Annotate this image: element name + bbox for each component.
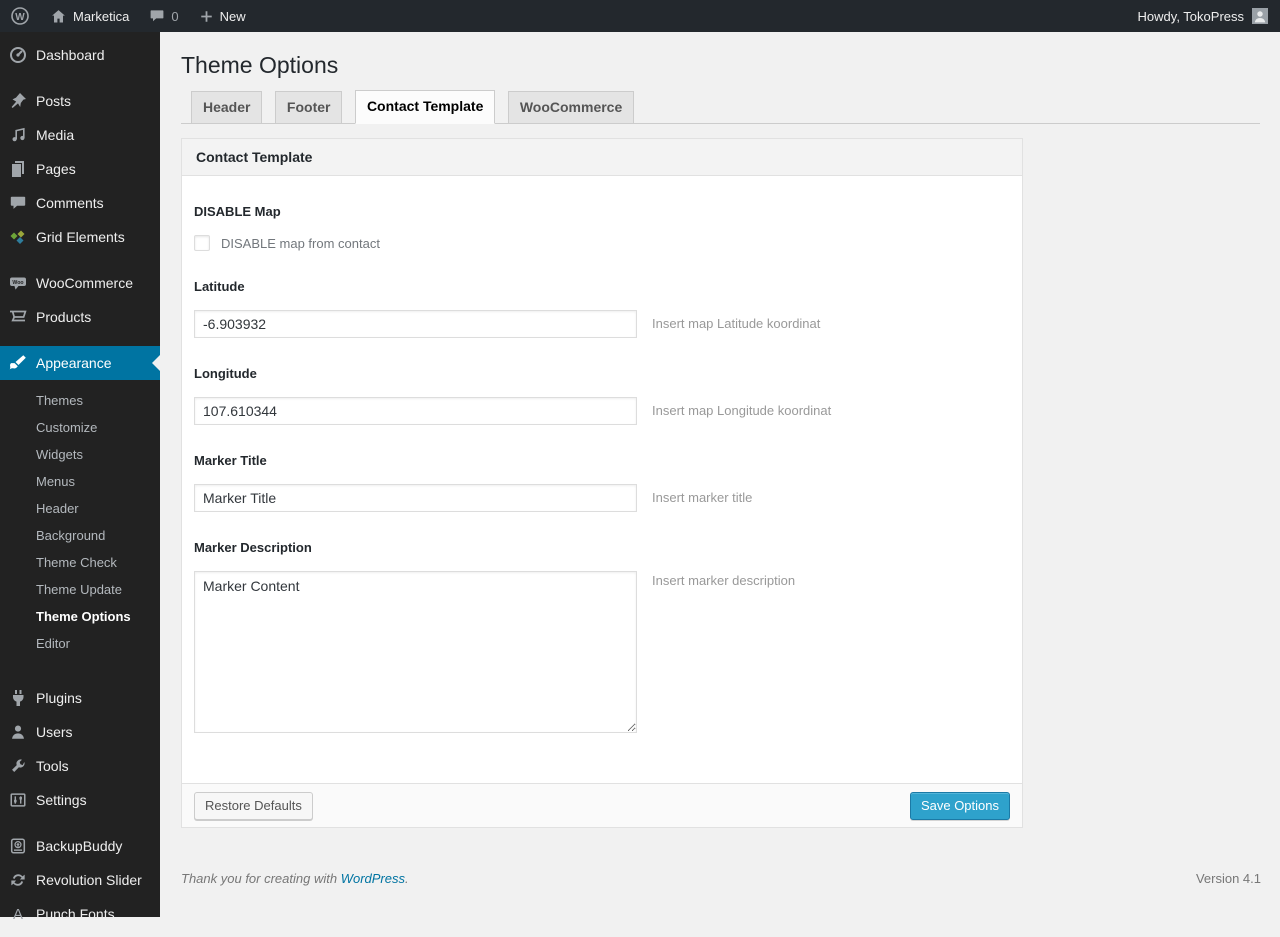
avatar[interactable] — [1252, 8, 1268, 24]
marker-title-input[interactable] — [194, 484, 637, 512]
home-icon — [50, 8, 67, 25]
marker-description-field: Marker Description Marker Content Insert… — [194, 540, 1010, 733]
admin-footer: Thank you for creating with WordPress. V… — [181, 871, 1261, 886]
sidebar-item-grid-elements[interactable]: Grid Elements — [0, 220, 160, 254]
settings-icon — [0, 791, 36, 809]
disable-map-checkbox-label[interactable]: DISABLE map from contact — [221, 236, 380, 251]
wordpress-logo-menu[interactable]: W — [0, 0, 40, 32]
refresh-icon — [0, 871, 36, 889]
latitude-field: Latitude Insert map Latitude koordinat — [194, 279, 1010, 338]
main-content: Theme Options Header Footer Contact Temp… — [160, 32, 1280, 917]
latitude-label: Latitude — [194, 279, 245, 294]
longitude-field: Longitude Insert map Longitude koordinat — [194, 366, 1010, 425]
marker-description-label: Marker Description — [194, 540, 312, 555]
wordpress-link[interactable]: WordPress — [341, 871, 405, 886]
sidebar-item-themes[interactable]: Themes — [0, 387, 160, 414]
woocommerce-icon: Woo — [0, 273, 36, 293]
sidebar-item-widgets[interactable]: Widgets — [0, 441, 160, 468]
longitude-hint: Insert map Longitude koordinat — [652, 403, 832, 418]
backup-icon — [0, 837, 36, 855]
comments-shortcut[interactable]: 0 — [139, 0, 188, 32]
sidebar-item-theme-check[interactable]: Theme Check — [0, 549, 160, 576]
sidebar-item-editor[interactable]: Editor — [0, 630, 160, 657]
sidebar-item-background[interactable]: Background — [0, 522, 160, 549]
pushpin-icon — [0, 91, 36, 111]
sidebar-item-punch-fonts[interactable]: A Punch Fonts — [0, 897, 160, 931]
longitude-input[interactable] — [194, 397, 637, 425]
svg-text:Woo: Woo — [12, 280, 23, 286]
sidebar-item-users[interactable]: Users — [0, 715, 160, 749]
panel-body: DISABLE Map DISABLE map from contact Lat… — [182, 176, 1022, 783]
dashboard-icon — [0, 45, 36, 65]
marker-title-hint: Insert marker title — [652, 490, 753, 505]
wordpress-logo-icon: W — [10, 6, 30, 26]
sidebar-item-plugins[interactable]: Plugins — [0, 681, 160, 715]
admin-bar: W Marketica 0 New Howdy, TokoPress — [0, 0, 1280, 32]
latitude-hint: Insert map Latitude koordinat — [652, 316, 821, 331]
sidebar-item-pages[interactable]: Pages — [0, 152, 160, 186]
site-name-link[interactable]: Marketica — [40, 0, 139, 32]
comment-icon — [0, 194, 36, 212]
appearance-submenu: Themes Customize Widgets Menus Header Ba… — [0, 380, 160, 669]
tab-bar: Header Footer Contact Template WooCommer… — [181, 90, 1260, 124]
marker-title-label: Marker Title — [194, 453, 267, 468]
brush-icon — [0, 353, 36, 373]
footer-version: Version 4.1 — [1195, 871, 1261, 886]
contact-template-panel: Contact Template DISABLE Map DISABLE map… — [181, 138, 1023, 828]
sidebar-item-posts[interactable]: Posts — [0, 84, 160, 118]
howdy-account-menu[interactable]: Howdy, TokoPress — [1138, 9, 1244, 24]
disable-map-field: DISABLE Map DISABLE map from contact — [194, 204, 1010, 251]
tab-footer[interactable]: Footer — [274, 91, 343, 123]
letter-a-icon: A — [12, 905, 23, 923]
media-icon — [0, 125, 36, 145]
sidebar-item-customize[interactable]: Customize — [0, 414, 160, 441]
restore-defaults-button[interactable]: Restore Defaults — [194, 791, 313, 820]
sidebar-item-revolution-slider[interactable]: Revolution Slider — [0, 863, 160, 897]
comment-bubble-icon — [149, 8, 165, 24]
sidebar-item-theme-update[interactable]: Theme Update — [0, 576, 160, 603]
disable-map-label: DISABLE Map — [194, 204, 281, 219]
tab-contact-template[interactable]: Contact Template — [354, 90, 496, 124]
sidebar-item-backupbuddy[interactable]: BackupBuddy — [0, 829, 160, 863]
user-icon — [0, 723, 36, 741]
site-name: Marketica — [73, 8, 130, 24]
longitude-label: Longitude — [194, 366, 257, 381]
sidebar-item-menus[interactable]: Menus — [0, 468, 160, 495]
latitude-input[interactable] — [194, 310, 637, 338]
new-content-menu[interactable]: New — [189, 0, 256, 32]
sidebar-item-woocommerce[interactable]: Woo WooCommerce — [0, 266, 160, 300]
comments-count: 0 — [171, 8, 179, 24]
marker-description-textarea[interactable]: Marker Content — [194, 571, 637, 733]
new-label: New — [219, 8, 246, 24]
sidebar-item-comments[interactable]: Comments — [0, 186, 160, 220]
sidebar-item-theme-options[interactable]: Theme Options — [0, 603, 160, 630]
pages-icon — [0, 159, 36, 179]
cart-icon — [0, 307, 36, 327]
marker-description-hint: Insert marker description — [652, 573, 796, 588]
grid-elements-icon — [0, 227, 36, 247]
plus-icon — [199, 9, 214, 24]
plugin-icon — [0, 688, 36, 708]
sidebar-item-media[interactable]: Media — [0, 118, 160, 152]
sidebar-item-dashboard[interactable]: Dashboard — [0, 38, 160, 72]
tab-header[interactable]: Header — [191, 91, 263, 123]
panel-title: Contact Template — [182, 139, 1022, 176]
wrench-icon — [0, 757, 36, 775]
page-title: Theme Options — [181, 52, 339, 78]
sidebar-item-settings[interactable]: Settings — [0, 783, 160, 817]
sidebar-item-tools[interactable]: Tools — [0, 749, 160, 783]
sidebar-item-header[interactable]: Header — [0, 495, 160, 522]
admin-sidebar: Dashboard Posts Media Pages Comments Gri… — [0, 32, 160, 923]
tab-woocommerce[interactable]: WooCommerce — [507, 91, 635, 123]
disable-map-checkbox[interactable] — [194, 235, 210, 251]
save-options-button[interactable]: Save Options — [909, 791, 1010, 820]
marker-title-field: Marker Title Insert marker title — [194, 453, 1010, 512]
sidebar-item-appearance[interactable]: Appearance — [0, 346, 160, 380]
svg-text:W: W — [15, 12, 25, 23]
sidebar-item-products[interactable]: Products — [0, 300, 160, 334]
panel-footer: Restore Defaults Save Options — [182, 783, 1022, 827]
footer-thanks: Thank you for creating with WordPress. — [181, 871, 409, 886]
